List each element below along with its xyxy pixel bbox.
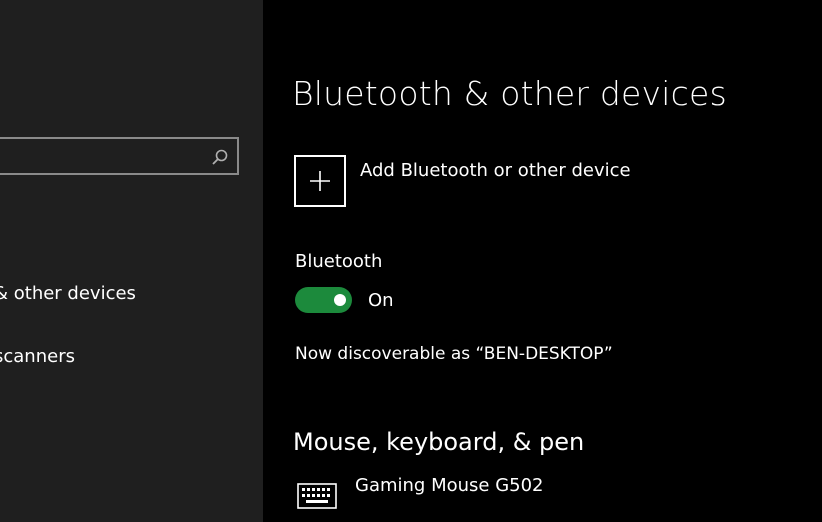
main-content: Bluetooth & other devices Add Bluetooth …: [263, 0, 822, 522]
bluetooth-toggle[interactable]: [295, 287, 352, 313]
section-title-mouse-keyboard-pen: Mouse, keyboard, & pen: [293, 428, 585, 456]
page-title: Bluetooth & other devices: [292, 74, 727, 113]
search-icon[interactable]: [211, 148, 229, 166]
settings-window: & other devices scanners Bluetooth & oth…: [0, 0, 822, 522]
bluetooth-toggle-state: On: [368, 290, 394, 311]
search-input[interactable]: [0, 137, 239, 175]
add-device-label[interactable]: Add Bluetooth or other device: [360, 160, 631, 181]
device-item[interactable]: Gaming Mouse G502: [297, 475, 797, 515]
plus-icon[interactable]: [294, 155, 346, 207]
sidebar-item-bluetooth-devices[interactable]: & other devices: [0, 283, 136, 304]
bluetooth-heading: Bluetooth: [295, 251, 383, 272]
keyboard-icon: [297, 483, 337, 509]
discoverable-status: Now discoverable as “BEN-DESKTOP”: [295, 344, 613, 364]
device-name: Gaming Mouse G502: [355, 475, 544, 496]
sidebar: & other devices scanners: [0, 0, 263, 522]
toggle-knob: [334, 294, 346, 306]
sidebar-item-printers-scanners[interactable]: scanners: [0, 346, 75, 367]
